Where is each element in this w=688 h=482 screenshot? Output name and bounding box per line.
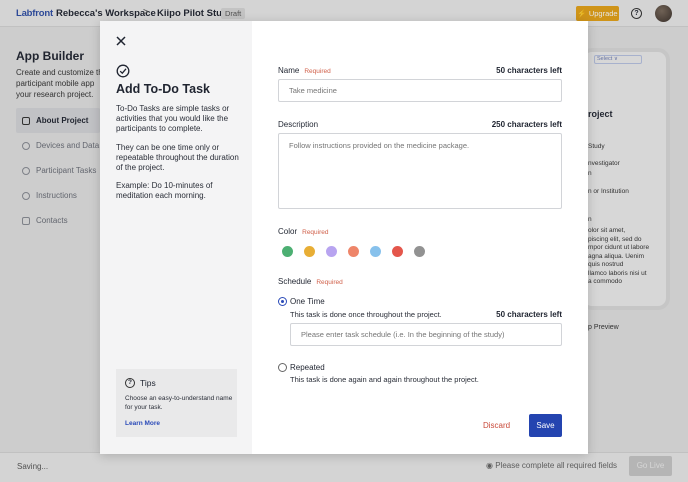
modal-description: They can be one time only or repeatable …: [116, 143, 239, 172]
tips-text: Choose an easy-to-understand name for yo…: [125, 395, 233, 411]
modal-description: To-Do Tasks are simple tasks or activiti…: [116, 104, 230, 133]
color-swatch[interactable]: [414, 246, 425, 257]
color-swatch[interactable]: [348, 246, 359, 257]
description-textarea[interactable]: [278, 133, 562, 209]
description-char-count: 250 characters left: [491, 120, 562, 129]
schedule-input[interactable]: [290, 323, 562, 346]
schedule-char-count: 50 characters left: [496, 310, 562, 319]
name-label: Name Required: [278, 66, 331, 75]
add-todo-task-modal: Add To-Do Task To-Do Tasks are simple ta…: [100, 21, 588, 454]
modal-info-panel: Add To-Do Task To-Do Tasks are simple ta…: [100, 21, 252, 454]
color-picker: [282, 246, 425, 257]
one-time-radio[interactable]: [278, 297, 287, 306]
color-swatch[interactable]: [392, 246, 403, 257]
check-circle-icon: [116, 64, 130, 78]
question-circle-icon: ?: [125, 378, 135, 388]
required-tag: Required: [302, 229, 329, 236]
color-swatch[interactable]: [282, 246, 293, 257]
modal-example: Example: Do 10-minutes of meditation eac…: [116, 181, 213, 200]
discard-button[interactable]: Discard: [483, 421, 510, 430]
repeated-radio[interactable]: [278, 363, 287, 372]
required-tag: Required: [316, 279, 343, 286]
color-swatch[interactable]: [326, 246, 337, 257]
name-input[interactable]: [278, 79, 562, 102]
one-time-description: This task is done once throughout the pr…: [290, 310, 442, 319]
tips-box: ? Tips Choose an easy-to-understand name…: [116, 369, 237, 437]
one-time-title[interactable]: One Time: [290, 297, 325, 306]
schedule-label: Schedule Required: [278, 277, 343, 286]
color-swatch[interactable]: [304, 246, 315, 257]
learn-more-link[interactable]: Learn More: [125, 420, 160, 427]
tips-title: Tips: [140, 378, 156, 388]
repeated-title[interactable]: Repeated: [290, 363, 325, 372]
repeated-description: This task is done again and again throug…: [290, 375, 479, 384]
color-swatch[interactable]: [370, 246, 381, 257]
color-label: Color Required: [278, 227, 329, 236]
description-label: Description: [278, 120, 319, 129]
save-button[interactable]: Save: [529, 414, 562, 437]
required-tag: Required: [304, 68, 331, 75]
close-icon[interactable]: [115, 35, 127, 47]
name-char-count: 50 characters left: [496, 66, 562, 75]
modal-title: Add To-Do Task: [116, 82, 210, 96]
